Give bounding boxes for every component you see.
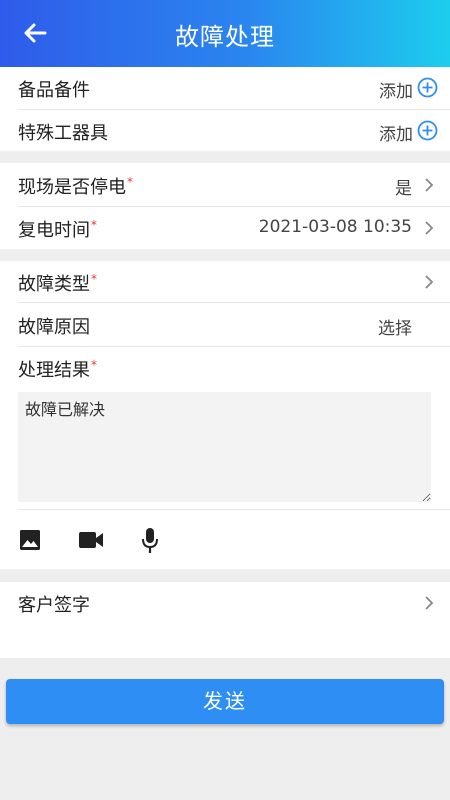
spare-parts-row[interactable]: 备品备件 添加 — [0, 67, 450, 109]
page-title: 故障处理 — [175, 23, 275, 51]
row-divider — [18, 302, 450, 303]
add-circle-icon[interactable] — [417, 77, 438, 98]
required-mark: * — [91, 358, 97, 372]
send-button[interactable]: 发送 — [6, 679, 444, 724]
restore-time-row[interactable]: 复电时间* 2021-03-08 10:35 — [0, 207, 450, 249]
signature-section[interactable]: 客户签字 — [0, 582, 450, 658]
signature-row[interactable]: 客户签字 — [0, 582, 450, 624]
special-tools-label: 特殊工器具 — [18, 123, 108, 144]
chevron-right-icon — [425, 596, 434, 610]
chevron-right-icon — [425, 275, 434, 289]
row-divider — [18, 509, 450, 510]
fault-type-label: 故障类型* — [18, 272, 97, 295]
required-mark: * — [91, 218, 97, 232]
video-camera-icon[interactable] — [78, 530, 104, 550]
microphone-icon[interactable] — [140, 527, 160, 554]
special-tools-row[interactable]: 特殊工器具 添加 — [0, 110, 450, 152]
chevron-right-icon — [425, 178, 434, 192]
add-circle-icon[interactable] — [417, 120, 438, 141]
restore-time-label: 复电时间* — [18, 218, 97, 241]
required-mark: * — [91, 272, 97, 286]
fault-cause-select[interactable]: 选择 — [378, 314, 412, 339]
result-textarea[interactable]: 故障已解决 — [18, 392, 431, 502]
fault-cause-label: 故障原因 — [18, 317, 90, 338]
required-mark: * — [127, 175, 133, 189]
app-header: 故障处理 — [0, 0, 450, 67]
parts-section: 备品备件 添加 特殊工器具 添加 — [0, 67, 450, 151]
chevron-right-icon — [425, 221, 434, 235]
power-off-value: 是 — [395, 179, 412, 199]
image-icon[interactable] — [19, 529, 41, 551]
power-section: 现场是否停电* 是 复电时间* 2021-03-08 10:35 — [0, 163, 450, 249]
signature-label: 客户签字 — [18, 595, 90, 616]
special-tools-add-label[interactable]: 添加 — [379, 120, 413, 145]
result-label: 处理结果* — [18, 358, 97, 381]
spare-parts-add-label[interactable]: 添加 — [379, 77, 413, 102]
result-row: 处理结果* — [0, 347, 450, 389]
fault-type-row[interactable]: 故障类型* — [0, 261, 450, 303]
power-off-row[interactable]: 现场是否停电* 是 — [0, 164, 450, 206]
power-off-label: 现场是否停电* — [18, 175, 133, 198]
restore-time-value: 2021-03-08 10:35 — [258, 217, 412, 237]
fault-cause-row[interactable]: 故障原因 选择 — [0, 304, 450, 346]
spare-parts-label: 备品备件 — [18, 80, 90, 101]
